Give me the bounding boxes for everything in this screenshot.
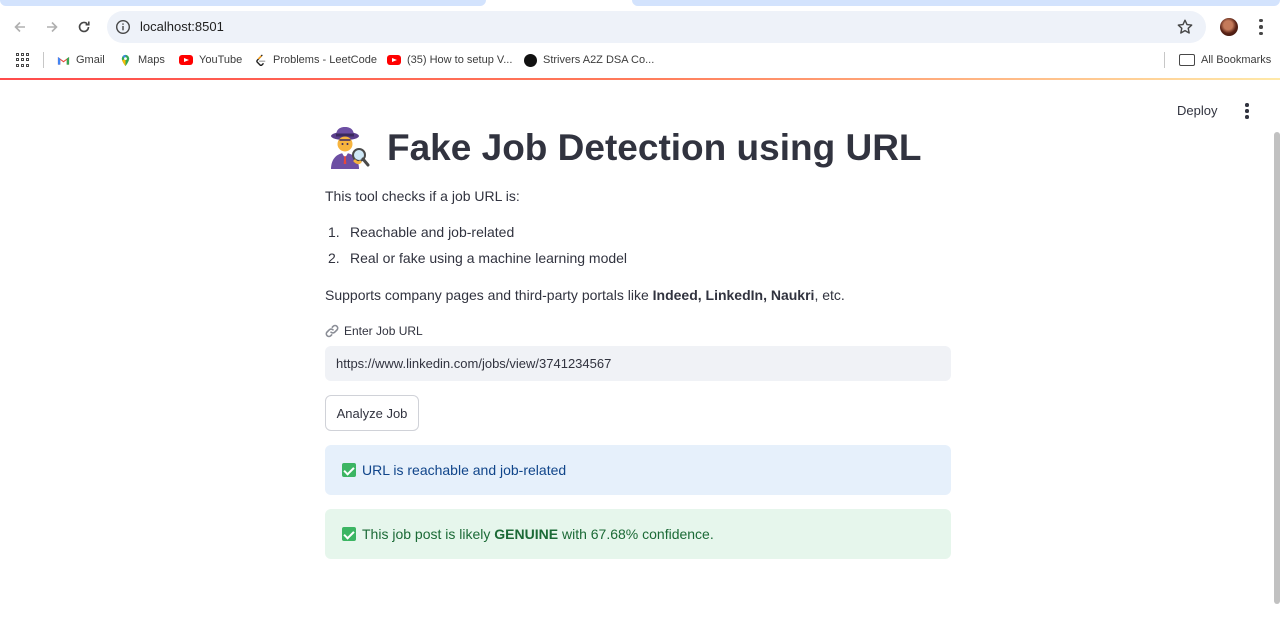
menu-dot <box>1245 103 1249 107</box>
reachability-alert-text: URL is reachable and job-related <box>362 462 567 478</box>
bookmark-gmail[interactable]: Gmail <box>57 52 105 68</box>
result-prefix: This job post is likely <box>362 526 495 542</box>
menu-dot <box>1259 18 1263 23</box>
bookmarks-divider <box>1164 52 1165 68</box>
profile-avatar[interactable] <box>1220 18 1238 36</box>
job-url-label: Enter Job URL <box>325 323 423 339</box>
forward-button[interactable] <box>40 15 64 39</box>
menu-dot <box>1245 109 1249 113</box>
app-menu-button[interactable] <box>1238 102 1256 120</box>
reachability-alert: URL is reachable and job-related <box>325 445 951 495</box>
bookmark-star-icon[interactable] <box>1176 18 1194 36</box>
back-arrow-icon <box>14 21 25 33</box>
youtube-icon <box>179 55 193 65</box>
folder-icon <box>1179 54 1195 66</box>
list-item-number: 2. <box>328 249 340 266</box>
list-item-text: Reachable and job-related <box>350 224 515 240</box>
check-mark-icon <box>342 463 356 477</box>
reload-icon <box>78 21 90 33</box>
bookmark-label: (35) How to setup V... <box>407 54 513 66</box>
prediction-result-alert: This job post is likely GENUINE with 67.… <box>325 509 951 559</box>
supports-suffix: , etc. <box>814 287 845 303</box>
bookmarks-bar: Gmail Maps YouTube Problems - LeetCode (… <box>0 46 1280 74</box>
job-url-input[interactable] <box>325 346 951 381</box>
bookmark-maps[interactable]: Maps <box>119 52 165 68</box>
bookmark-label: Gmail <box>76 54 105 66</box>
address-bar[interactable]: localhost:8501 <box>107 11 1206 43</box>
page-title: Fake Job Detection using URL <box>325 125 951 171</box>
browser-menu-button[interactable] <box>1252 17 1270 37</box>
bookmark-leetcode[interactable]: Problems - LeetCode <box>254 52 377 68</box>
back-button[interactable] <box>8 15 32 39</box>
forward-arrow-icon <box>47 21 58 33</box>
url-text[interactable]: localhost:8501 <box>140 19 224 35</box>
job-url-label-text: Enter Job URL <box>344 324 423 338</box>
bookmark-strivers[interactable]: Strivers A2Z DSA Co... <box>524 52 654 68</box>
maps-icon <box>121 54 130 66</box>
takeuforward-icon <box>524 53 537 67</box>
prediction-result-text: This job post is likely GENUINE with 67.… <box>362 526 714 542</box>
browser-toolbar: localhost:8501 <box>0 8 1280 46</box>
bookmark-youtube[interactable]: YouTube <box>179 52 242 68</box>
bookmarks-divider <box>43 52 44 68</box>
supported-portals: Indeed, LinkedIn, Naukri <box>652 287 815 303</box>
menu-dot <box>1245 115 1249 119</box>
analyze-job-button[interactable]: Analyze Job <box>325 395 419 431</box>
result-verdict: GENUINE <box>494 526 559 542</box>
bookmark-label: Strivers A2Z DSA Co... <box>543 54 655 66</box>
leetcode-icon <box>256 54 266 66</box>
all-bookmarks-label: All Bookmarks <box>1201 54 1272 66</box>
check-mark-icon <box>342 527 356 541</box>
app-container: Deploy Fake Job Detection using URL This… <box>0 80 1280 641</box>
page-title-text: Fake Job Detection using URL <box>387 127 922 168</box>
supports-prefix: Supports company pages and third-party p… <box>325 287 653 303</box>
all-bookmarks[interactable]: All Bookmarks <box>1179 52 1271 68</box>
intro-text: This tool checks if a job URL is: <box>325 188 520 204</box>
browser-tab-left[interactable] <box>0 0 486 6</box>
reload-button[interactable] <box>72 15 96 39</box>
menu-dot <box>1259 25 1263 29</box>
detective-icon <box>331 127 370 169</box>
bookmark-label: YouTube <box>199 54 243 66</box>
tab-strip <box>0 0 1280 8</box>
list-item: 2. Real or fake using a machine learning… <box>325 249 627 275</box>
result-suffix: with 67.68% confidence. <box>558 526 714 542</box>
list-item-text: Real or fake using a machine learning mo… <box>350 249 628 266</box>
site-info-icon[interactable] <box>115 19 131 35</box>
supports-text: Supports company pages and third-party p… <box>325 286 845 304</box>
bookmark-label: Maps <box>138 54 165 66</box>
scrollbar[interactable] <box>1274 132 1280 604</box>
list-item-number: 1. <box>328 224 340 240</box>
list-item: 1. Reachable and job-related <box>325 223 627 249</box>
apps-grid-icon[interactable] <box>16 53 30 67</box>
bookmark-label: Problems - LeetCode <box>273 54 377 66</box>
youtube-icon <box>387 55 401 65</box>
browser-tab-right[interactable] <box>632 0 1280 6</box>
gmail-icon <box>57 56 70 65</box>
link-icon <box>325 324 339 338</box>
menu-dot <box>1259 31 1263 36</box>
checks-list: 1. Reachable and job-related 2. Real or … <box>325 223 627 274</box>
bookmark-youtube-video[interactable]: (35) How to setup V... <box>387 52 512 68</box>
deploy-button[interactable]: Deploy <box>1177 101 1217 121</box>
